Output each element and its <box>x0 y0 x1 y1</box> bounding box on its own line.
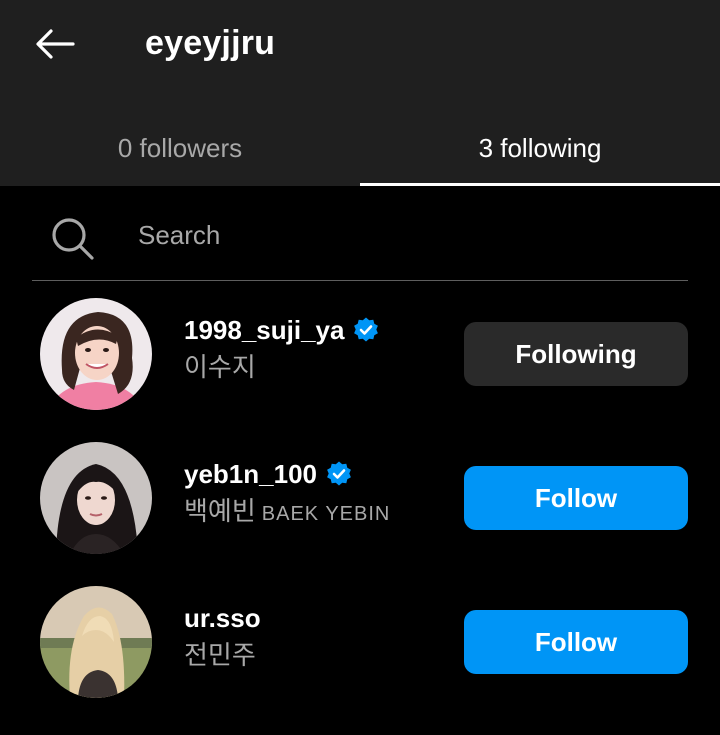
tab-following-label: 3 following <box>478 132 602 163</box>
following-button[interactable]: Following <box>464 322 688 386</box>
display-name: 백예빈 BAEK YEBIN <box>184 494 390 531</box>
avatar[interactable] <box>40 298 152 410</box>
verified-badge-icon <box>354 317 379 342</box>
display-name-korean: 이수지 <box>184 352 256 382</box>
display-name-korean: 전민주 <box>184 640 256 670</box>
tab-following[interactable]: 3 following <box>360 110 720 186</box>
list-item: 1998_suji_ya 이수지 Following <box>0 298 720 438</box>
list-item: ur.sso 전민주 Follow <box>0 586 720 726</box>
tab-followers-label: 0 followers <box>117 132 243 163</box>
arrow-left-icon <box>36 29 75 59</box>
username-text: 1998_suji_ya <box>184 315 345 345</box>
avatar[interactable] <box>40 442 152 554</box>
search-bar <box>32 196 688 281</box>
top-bar: eyeyjjru 0 followers 3 following <box>0 0 720 186</box>
verified-badge-icon <box>327 461 351 486</box>
display-name: 전민주 <box>184 638 256 672</box>
display-name-latin: BAEK YEBIN <box>261 503 391 525</box>
follow-button[interactable]: Follow <box>464 466 688 530</box>
username-link[interactable]: ur.sso <box>184 602 261 634</box>
search-input[interactable] <box>136 214 660 256</box>
display-name: 이수지 <box>184 350 256 384</box>
avatar[interactable] <box>40 586 152 698</box>
username-link[interactable]: 1998_suji_ya <box>184 314 380 346</box>
display-name-korean: 백예빈 <box>184 496 256 526</box>
follow-button[interactable]: Follow <box>464 610 688 674</box>
username-link[interactable]: yeb1n_100 <box>184 458 353 490</box>
back-button[interactable] <box>30 22 80 66</box>
page-title: eyeyjjru <box>145 24 276 62</box>
tab-followers[interactable]: 0 followers <box>0 110 360 186</box>
username-text: ur.sso <box>184 603 261 633</box>
search-icon <box>52 218 94 260</box>
list-item: yeb1n_100 백예빈 BAEK YEBIN Follow <box>0 442 720 582</box>
username-text: yeb1n_100 <box>184 459 317 489</box>
active-tab-indicator <box>360 183 720 186</box>
